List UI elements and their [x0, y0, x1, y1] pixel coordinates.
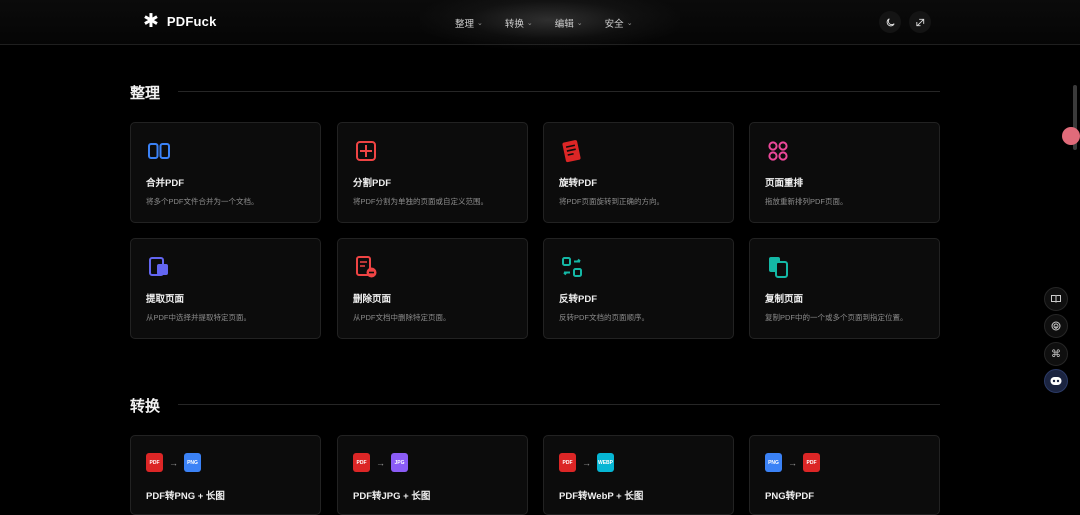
menu-convert[interactable]: 转换 ⌄	[505, 16, 533, 30]
menu-label: 安全	[604, 19, 624, 30]
rotate-icon	[562, 140, 581, 163]
tool-card-duplicate[interactable]: 复制页面 复制PDF中的一个或多个页面到指定位置。	[749, 238, 940, 339]
tool-card-reverse[interactable]: 反转PDF 反转PDF文档的页面顺序。	[543, 238, 734, 339]
jpg-file-icon: JPG	[391, 453, 408, 472]
arrow-right-icon: →	[169, 457, 178, 468]
menu-edit[interactable]: 编辑 ⌄	[555, 16, 583, 30]
tool-description: 将多个PDF文件合并为一个文档。	[146, 197, 259, 206]
chevron-down-icon: ⌄	[576, 20, 583, 27]
fingerprint-icon	[1051, 321, 1061, 331]
robot-icon	[1050, 377, 1062, 385]
tool-card-pdf-to-webp[interactable]: PDF → WEBP PDF转WebP + 长图	[543, 435, 734, 515]
section-divider	[178, 91, 940, 92]
privacy-button[interactable]	[1044, 314, 1068, 338]
menu-organize[interactable]: 整理 ⌄	[455, 16, 483, 30]
tool-title: 反转PDF	[559, 294, 598, 305]
pdf-file-icon: PDF	[803, 453, 820, 472]
tool-title: PDF转JPG + 长图	[353, 491, 431, 502]
pdf-file-icon: PDF	[146, 453, 163, 472]
tool-description: 将PDF分割为单独的页面或自定义范围。	[353, 197, 488, 206]
asterisk-icon: ✱	[143, 11, 159, 32]
menu-label: 转换	[504, 19, 524, 30]
conversion-icons: PDF → WEBP	[559, 453, 614, 472]
tool-card-reorder[interactable]: 页面重排 拖放重新排列PDF页面。	[749, 122, 940, 223]
tool-description: 从PDF文档中删除特定页面。	[353, 313, 451, 322]
book-icon	[1051, 295, 1061, 303]
tool-title: 复制页面	[765, 294, 804, 305]
menu-label: 编辑	[554, 19, 574, 30]
tool-title: PDF转PNG + 长图	[146, 491, 225, 502]
tool-title: 分割PDF	[353, 178, 392, 189]
tool-card-png-to-pdf[interactable]: PNG → PDF PNG转PDF	[749, 435, 940, 515]
section-title-convert: 转换	[130, 398, 161, 415]
reverse-icon	[562, 257, 582, 277]
moon-icon	[886, 17, 895, 26]
tool-description: 将PDF页面旋转到正确的方向。	[559, 197, 664, 206]
arrow-right-icon: →	[582, 457, 591, 468]
command-icon: ⌘	[1051, 348, 1061, 360]
assistant-button[interactable]	[1044, 369, 1068, 393]
conversion-icons: PDF → PNG	[146, 453, 201, 472]
chevron-down-icon: ⌄	[626, 20, 633, 27]
tool-card-delete-pages[interactable]: 删除页面 从PDF文档中删除特定页面。	[337, 238, 528, 339]
tool-description: 复制PDF中的一个或多个页面到指定位置。	[765, 313, 908, 322]
webp-file-icon: WEBP	[597, 453, 614, 472]
menu-security[interactable]: 安全 ⌄	[605, 16, 633, 30]
tool-title: 删除页面	[353, 294, 392, 305]
tool-title: 旋转PDF	[559, 178, 598, 189]
tool-card-pdf-to-jpg[interactable]: PDF → JPG PDF转JPG + 长图	[337, 435, 528, 515]
translate-icon	[915, 18, 924, 26]
section-divider	[178, 404, 940, 405]
chevron-down-icon: ⌄	[526, 20, 533, 27]
duplicate-icon	[769, 257, 788, 278]
png-file-icon: PNG	[765, 453, 782, 472]
tool-title: 提取页面	[146, 294, 185, 305]
delete-pages-icon	[356, 256, 377, 278]
split-icon	[356, 141, 376, 161]
tool-title: PNG转PDF	[765, 491, 815, 502]
tool-description: 拖放重新排列PDF页面。	[765, 197, 848, 206]
tool-card-merge[interactable]: 合并PDF 将多个PDF文件合并为一个文档。	[130, 122, 321, 223]
tool-description: 从PDF中选择并提取特定页面。	[146, 313, 251, 322]
tool-card-extract[interactable]: 提取页面 从PDF中选择并提取特定页面。	[130, 238, 321, 339]
docs-button[interactable]	[1044, 287, 1068, 311]
section-title-organize: 整理	[130, 85, 161, 102]
arrow-right-icon: →	[376, 457, 385, 468]
tool-card-rotate[interactable]: 旋转PDF 将PDF页面旋转到正确的方向。	[543, 122, 734, 223]
merge-icon	[148, 143, 170, 159]
tool-card-pdf-to-png[interactable]: PDF → PNG PDF转PNG + 长图	[130, 435, 321, 515]
reorder-icon	[768, 141, 788, 161]
png-file-icon: PNG	[184, 453, 201, 472]
main-menu: 整理 ⌄ 转换 ⌄ 编辑 ⌄ 安全 ⌄	[455, 16, 633, 30]
menu-label: 整理	[455, 19, 475, 30]
arrow-right-icon: →	[788, 457, 797, 468]
chevron-down-icon: ⌄	[477, 20, 483, 27]
tool-title: 合并PDF	[146, 178, 185, 189]
tool-card-split[interactable]: 分割PDF 将PDF分割为单独的页面或自定义范围。	[337, 122, 528, 223]
app-name: PDFuck	[166, 14, 217, 29]
conversion-icons: PDF → JPG	[353, 453, 408, 472]
pdf-file-icon: PDF	[559, 453, 576, 472]
logo[interactable]: ✱ PDFuck	[143, 12, 217, 31]
top-navbar: ✱ PDFuck 整理 ⌄ 转换 ⌄ 编辑 ⌄ 安全 ⌄	[0, 0, 1080, 50]
tool-description: 反转PDF文档的页面顺序。	[559, 313, 649, 322]
extract-icon	[149, 257, 168, 276]
language-button[interactable]	[909, 11, 931, 33]
tool-title: PDF转WebP + 长图	[559, 491, 644, 502]
shortcuts-button[interactable]: ⌘	[1044, 342, 1068, 366]
conversion-icons: PNG → PDF	[765, 453, 820, 472]
theme-toggle-button[interactable]	[879, 11, 901, 33]
pdf-file-icon: PDF	[353, 453, 370, 472]
edge-floating-badge[interactable]	[1062, 127, 1080, 145]
tool-title: 页面重排	[765, 178, 804, 189]
